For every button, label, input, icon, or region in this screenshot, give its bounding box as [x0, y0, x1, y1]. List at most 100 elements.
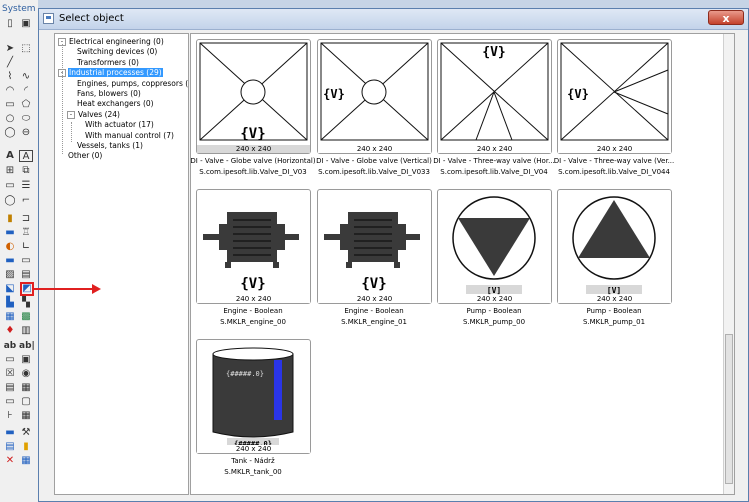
progress-icon[interactable]: ▬ [3, 227, 17, 239]
save-icon[interactable]: ▣ [19, 18, 33, 30]
marquee-icon[interactable]: ⬚ [19, 43, 33, 55]
building-icon[interactable]: ♖ [19, 227, 33, 239]
group-icon[interactable]: ▢ [19, 396, 33, 408]
copy-icon[interactable]: ⧉ [19, 165, 33, 177]
tree-item[interactable]: Transformers (0) [76, 58, 140, 68]
paint-icon[interactable]: ⬕ [3, 283, 17, 295]
battery-icon[interactable]: ▮ [3, 213, 17, 225]
tree-item[interactable]: Vessels, tanks (1) [76, 141, 144, 151]
listbox-icon[interactable]: ▤ [3, 382, 17, 394]
oval-icon[interactable]: ⊖ [19, 127, 33, 139]
combo-icon[interactable]: ▣ [19, 354, 33, 366]
table-icon[interactable]: ⊞ [3, 165, 17, 177]
matrix-icon[interactable]: ▦ [19, 410, 33, 422]
tree-item[interactable]: Switching devices (0) [76, 47, 158, 57]
collapse-icon[interactable]: - [67, 110, 75, 119]
curve-icon[interactable]: ∿ [19, 71, 33, 83]
browser-icon[interactable]: ▬ [3, 427, 17, 439]
object-tile[interactable]: {V} 240 x 240 [196, 39, 311, 154]
grid-icon[interactable]: ▦ [3, 311, 17, 323]
close-button[interactable]: x [708, 10, 744, 25]
image-icon[interactable]: ▨ [3, 269, 17, 281]
ellipse2-icon[interactable]: ⬭ [19, 113, 33, 125]
edit-label-icon[interactable]: ab| [19, 340, 35, 352]
calendar-icon[interactable]: ▦ [19, 455, 33, 467]
bar-icon[interactable]: ▬ [3, 255, 17, 267]
tile-id: S.com.ipesoft.lib.Valve_DI_V033 [318, 168, 430, 176]
polygon-icon[interactable]: ⬠ [19, 99, 33, 111]
graph-icon[interactable]: ▚ [19, 297, 33, 309]
tree-item-label: Valves (24) [78, 109, 120, 119]
object-tile[interactable]: [V] 240 x 240 [557, 189, 672, 304]
label-icon[interactable]: ab [3, 340, 17, 352]
object-tile[interactable]: {V} 240 x 240 [196, 189, 311, 304]
drop-icon[interactable]: ♦ [3, 325, 17, 337]
scrollbar-thumb[interactable] [725, 334, 733, 484]
map-icon[interactable]: ▩ [19, 311, 33, 323]
tabs-icon[interactable]: ▭ [3, 396, 17, 408]
tree-item[interactable]: Engines, pumps, coppresors (4) [76, 79, 188, 89]
checkbox-icon[interactable]: ☒ [3, 368, 17, 380]
polyline-icon[interactable]: ⌇ [3, 71, 17, 83]
object-tile[interactable]: {V} 240 x 240 [317, 189, 432, 304]
gauge-icon[interactable]: ◐ [3, 241, 17, 253]
object-gallery[interactable]: {V} 240 x 240 DI - Valve - Globe valve (Ho… [190, 33, 735, 495]
circle-icon[interactable]: ◯ [3, 127, 17, 139]
line-icon[interactable]: ╱ [3, 57, 17, 69]
picture-icon[interactable]: ▤ [19, 269, 33, 281]
globe-symbol-icon: {V} [320, 42, 429, 141]
document-icon[interactable]: ▯ [3, 18, 17, 30]
grid-view-icon[interactable]: ▦ [19, 382, 33, 394]
tree-icon[interactable]: ⊦ [3, 410, 17, 422]
engine-symbol-icon: {V} [324, 212, 420, 292]
tank-value-placeholder: {#####.0} [226, 370, 264, 378]
object-tile[interactable]: {V} 240 x 240 [437, 39, 552, 154]
tree-item[interactable]: With actuator (17) [84, 120, 155, 130]
object-tile[interactable]: {V} 240 x 240 [317, 39, 432, 154]
chart-icon[interactable]: ▙ [3, 297, 17, 309]
frame-icon[interactable]: ▭ [3, 180, 17, 192]
tree-item[interactable]: - Industrial processes (29) [58, 68, 163, 78]
tree-item[interactable]: Heat exchangers (0) [76, 99, 155, 109]
value-placeholder: {V} [361, 276, 386, 292]
tree-item[interactable]: - Valves (24) [67, 110, 121, 120]
rect-icon[interactable]: ▭ [3, 99, 17, 111]
arc2-icon[interactable]: ◜ [19, 85, 33, 97]
folder-icon[interactable]: ▮ [19, 441, 33, 453]
tree-item-label: Other (0) [68, 151, 103, 161]
tree-item[interactable]: - Electrical engineering (0) [58, 37, 165, 47]
tree-item[interactable]: Fans, blowers (0) [76, 89, 142, 99]
tree-item-label: Fans, blowers (0) [77, 89, 141, 98]
dialog-titlebar[interactable]: Select object x [39, 9, 748, 30]
pointer-icon[interactable]: ➤ [3, 43, 17, 55]
ellipse-icon[interactable]: ○ [3, 113, 17, 125]
close-x-icon[interactable]: ✕ [3, 455, 17, 467]
tree-item[interactable]: Other (0) [67, 151, 103, 161]
corner-icon[interactable]: ⌐ [19, 195, 33, 207]
value-placeholder: [V] [607, 286, 621, 295]
tree-item[interactable]: With manual control (7) [84, 131, 175, 141]
category-tree[interactable]: - Electrical engineering (0) Switching dev… [54, 33, 189, 495]
tree-item-label: Transformers (0) [77, 57, 139, 67]
radio-icon[interactable]: ◯ [3, 195, 17, 207]
gallery-scrollbar[interactable] [723, 34, 734, 494]
window-icon[interactable]: ▭ [19, 255, 33, 267]
object-tile[interactable]: {V} 240 x 240 [557, 39, 672, 154]
tile-name: Pump - Boolean [466, 307, 522, 315]
background-window-strip [38, 0, 749, 8]
text-icon[interactable]: A [3, 150, 17, 162]
axis-icon[interactable]: ∟ [19, 241, 33, 253]
radio-button-icon[interactable]: ◉ [19, 368, 33, 380]
report-icon[interactable]: ▤ [3, 441, 17, 453]
tile-name: Tank - Nádrž [231, 457, 275, 465]
object-tile[interactable]: {#####.0} {#####.0} 240 x 240 [196, 339, 311, 454]
button-icon[interactable]: ▭ [3, 354, 17, 366]
list-icon[interactable]: ☰ [19, 180, 33, 192]
panel-icon[interactable]: ▥ [19, 325, 33, 337]
text-box-icon[interactable]: A [19, 150, 33, 162]
connector-icon[interactable]: ⊐ [19, 213, 33, 225]
tile-name: Engine - Boolean [223, 307, 283, 315]
object-tile[interactable]: [V] 240 x 240 [437, 189, 552, 304]
arc-icon[interactable]: ◠ [3, 85, 17, 97]
tools-icon[interactable]: ⚒ [19, 427, 33, 439]
